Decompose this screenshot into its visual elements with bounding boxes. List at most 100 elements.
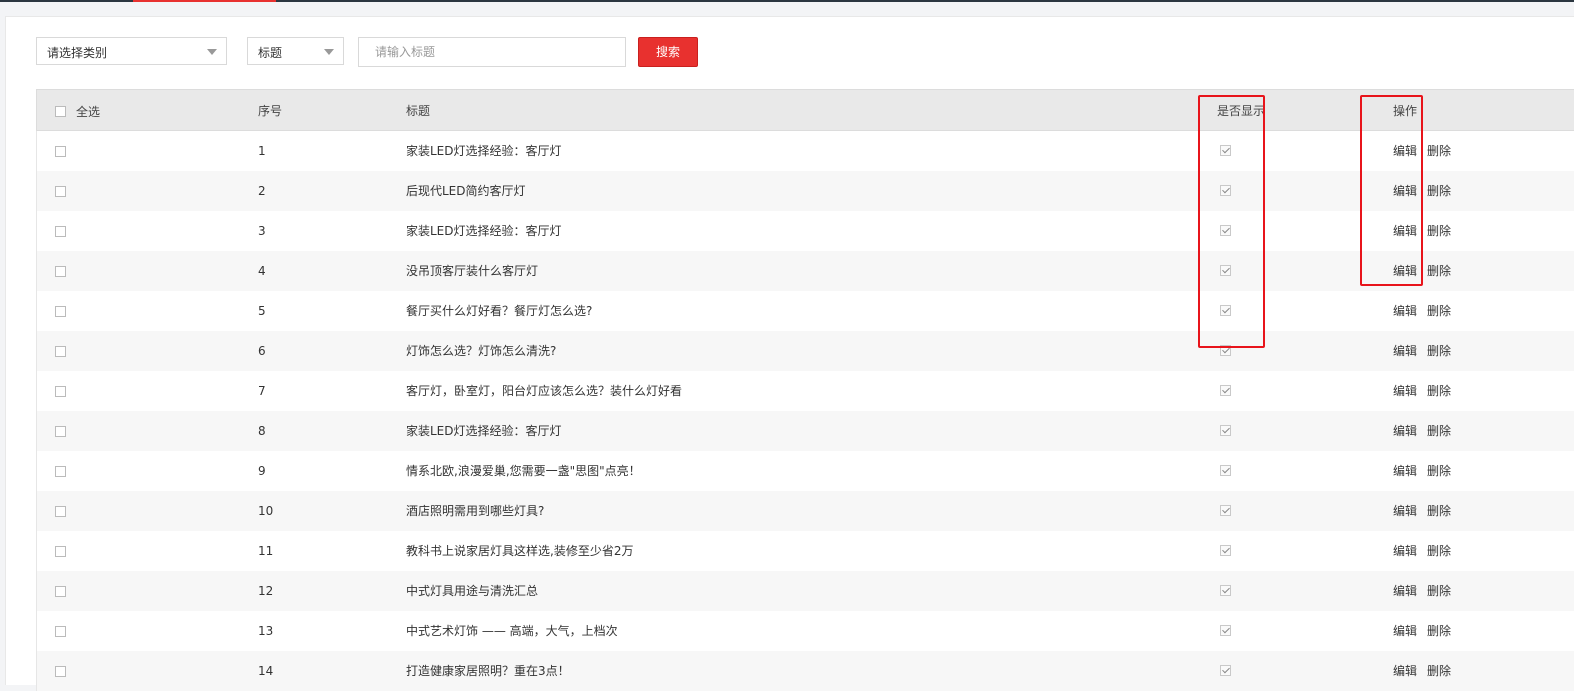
delete-link[interactable]: 删除 (1427, 304, 1451, 318)
delete-link[interactable]: 删除 (1427, 224, 1451, 238)
delete-link[interactable]: 删除 (1427, 424, 1451, 438)
row-select[interactable] (55, 171, 66, 211)
row-checkbox[interactable] (55, 266, 66, 277)
visible-checkbox[interactable] (1220, 145, 1231, 156)
edit-link[interactable]: 编辑 (1393, 504, 1417, 518)
row-checkbox[interactable] (55, 586, 66, 597)
edit-link[interactable]: 编辑 (1393, 144, 1417, 158)
edit-link[interactable]: 编辑 (1393, 304, 1417, 318)
header-title: 标题 (406, 104, 431, 118)
row-actions: 编辑 删除 (1393, 611, 1451, 651)
row-select[interactable] (55, 331, 66, 371)
edit-link[interactable]: 编辑 (1393, 624, 1417, 638)
row-actions: 编辑 删除 (1393, 651, 1451, 691)
row-select[interactable] (55, 371, 66, 411)
row-select[interactable] (55, 451, 66, 491)
row-checkbox[interactable] (55, 666, 66, 677)
edit-link[interactable]: 编辑 (1393, 384, 1417, 398)
search-button[interactable]: 搜索 (638, 37, 698, 67)
edit-link[interactable]: 编辑 (1393, 344, 1417, 358)
visible-checkbox[interactable] (1220, 545, 1231, 556)
row-select[interactable] (55, 651, 66, 691)
visible-checkbox[interactable] (1220, 345, 1231, 356)
row-actions: 编辑 删除 (1393, 291, 1451, 331)
delete-link[interactable]: 删除 (1427, 544, 1451, 558)
delete-link[interactable]: 删除 (1427, 504, 1451, 518)
header-visible: 是否显示 (1217, 104, 1266, 118)
article-table: 全选 序号 标题 是否显示 操作 1 家装LED灯选择经验：客厅灯 编辑 删除 2 后现代… (36, 89, 1574, 691)
row-checkbox[interactable] (55, 306, 66, 317)
table-row: 6 灯饰怎么选？灯饰怎么清洗? 编辑 删除 (36, 331, 1574, 371)
table-header: 全选 序号 标题 是否显示 操作 (36, 89, 1574, 131)
active-tab-indicator (133, 0, 276, 2)
visible-checkbox[interactable] (1220, 505, 1231, 516)
visible-checkbox[interactable] (1220, 625, 1231, 636)
delete-link[interactable]: 删除 (1427, 264, 1451, 278)
row-actions: 编辑 删除 (1393, 211, 1451, 251)
row-select[interactable] (55, 411, 66, 451)
row-actions: 编辑 删除 (1393, 531, 1451, 571)
edit-link[interactable]: 编辑 (1393, 464, 1417, 478)
row-checkbox[interactable] (55, 186, 66, 197)
visible-checkbox[interactable] (1220, 425, 1231, 436)
delete-link[interactable]: 删除 (1427, 584, 1451, 598)
row-title: 中式灯具用途与清洗汇总 (406, 584, 539, 598)
row-select[interactable] (55, 571, 66, 611)
category-select[interactable]: 请选择类别 (36, 37, 227, 65)
visible-checkbox[interactable] (1220, 585, 1231, 596)
delete-link[interactable]: 删除 (1427, 384, 1451, 398)
row-checkbox[interactable] (55, 146, 66, 157)
row-checkbox[interactable] (55, 386, 66, 397)
title-search-input[interactable] (358, 37, 626, 67)
edit-link[interactable]: 编辑 (1393, 664, 1417, 678)
row-title: 餐厅买什么灯好看？餐厅灯怎么选? (406, 304, 593, 318)
visible-checkbox[interactable] (1220, 225, 1231, 236)
select-all[interactable]: 全选 (55, 90, 100, 133)
row-number: 9 (258, 464, 266, 478)
edit-link[interactable]: 编辑 (1393, 584, 1417, 598)
delete-link[interactable]: 删除 (1427, 344, 1451, 358)
delete-link[interactable]: 删除 (1427, 144, 1451, 158)
row-title: 家装LED灯选择经验：客厅灯 (406, 424, 562, 438)
row-select[interactable] (55, 531, 66, 571)
visible-checkbox[interactable] (1220, 265, 1231, 276)
row-checkbox[interactable] (55, 506, 66, 517)
row-checkbox[interactable] (55, 426, 66, 437)
edit-link[interactable]: 编辑 (1393, 184, 1417, 198)
visible-checkbox[interactable] (1220, 665, 1231, 676)
row-select[interactable] (55, 491, 66, 531)
edit-link[interactable]: 编辑 (1393, 544, 1417, 558)
delete-link[interactable]: 删除 (1427, 664, 1451, 678)
visible-checkbox[interactable] (1220, 385, 1231, 396)
visible-checkbox[interactable] (1220, 185, 1231, 196)
row-checkbox[interactable] (55, 466, 66, 477)
row-title: 没吊顶客厅装什么客厅灯 (406, 264, 539, 278)
edit-link[interactable]: 编辑 (1393, 424, 1417, 438)
row-select[interactable] (55, 291, 66, 331)
visible-checkbox[interactable] (1220, 305, 1231, 316)
row-select[interactable] (55, 131, 66, 171)
edit-link[interactable]: 编辑 (1393, 224, 1417, 238)
row-checkbox[interactable] (55, 626, 66, 637)
edit-link[interactable]: 编辑 (1393, 264, 1417, 278)
row-checkbox[interactable] (55, 346, 66, 357)
delete-link[interactable]: 删除 (1427, 624, 1451, 638)
select-all-checkbox[interactable] (55, 106, 66, 117)
row-checkbox[interactable] (55, 546, 66, 557)
search-field-select[interactable]: 标题 (247, 37, 344, 65)
delete-link[interactable]: 删除 (1427, 184, 1451, 198)
row-select[interactable] (55, 251, 66, 291)
row-number: 10 (258, 504, 274, 518)
filter-bar: 请选择类别 标题 搜索 (36, 37, 736, 67)
top-nav-bar (0, 0, 1574, 16)
row-title: 客厅灯，卧室灯，阳台灯应该怎么选？装什么灯好看 (406, 384, 683, 398)
row-select[interactable] (55, 211, 66, 251)
row-number: 2 (258, 184, 266, 198)
row-actions: 编辑 删除 (1393, 171, 1451, 211)
row-select[interactable] (55, 611, 66, 651)
visible-checkbox[interactable] (1220, 465, 1231, 476)
row-checkbox[interactable] (55, 226, 66, 237)
table-row: 5 餐厅买什么灯好看？餐厅灯怎么选? 编辑 删除 (36, 291, 1574, 331)
row-title: 情系北欧,浪漫爱巢,您需要一盏"思图"点亮！ (406, 464, 641, 478)
delete-link[interactable]: 删除 (1427, 464, 1451, 478)
